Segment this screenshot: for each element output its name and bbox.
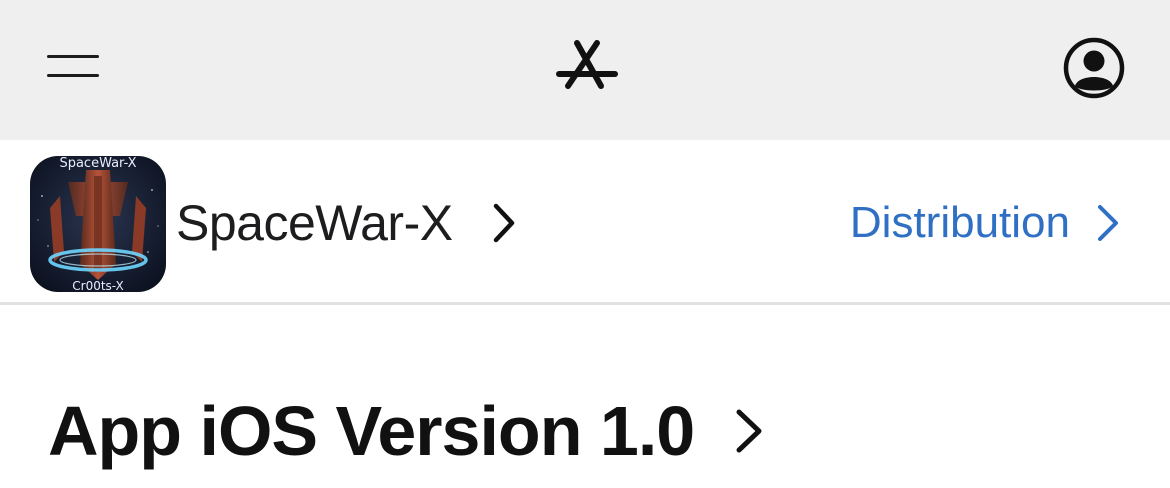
distribution-label: Distribution (849, 198, 1070, 247)
version-link[interactable]: App iOS Version 1.0 (48, 386, 764, 476)
app-store-icon[interactable] (554, 36, 620, 96)
hamburger-menu-button[interactable] (44, 46, 102, 86)
app-name-link[interactable]: SpaceWar-X (176, 188, 517, 258)
account-icon[interactable] (1062, 36, 1126, 100)
distribution-link[interactable]: Distribution (850, 188, 1120, 258)
chevron-right-icon (1098, 205, 1118, 241)
app-name: SpaceWar-X (176, 195, 453, 251)
app-icon-image[interactable]: SpaceWar-X Cr00ts-X (30, 156, 166, 292)
version-title: App iOS Version 1.0 (48, 392, 695, 470)
chevron-right-icon (493, 203, 514, 243)
hamburger-icon-line (47, 74, 99, 77)
app-header: SpaceWar-X Cr00ts-X SpaceWar-X Distribut… (0, 140, 1170, 305)
hamburger-icon (47, 55, 99, 58)
app-icon-top-text: SpaceWar-X (59, 156, 136, 171)
app-icon-bottom-text: Cr00ts-X (72, 279, 124, 292)
chevron-right-icon (736, 409, 762, 453)
top-navigation-bar (0, 0, 1170, 140)
